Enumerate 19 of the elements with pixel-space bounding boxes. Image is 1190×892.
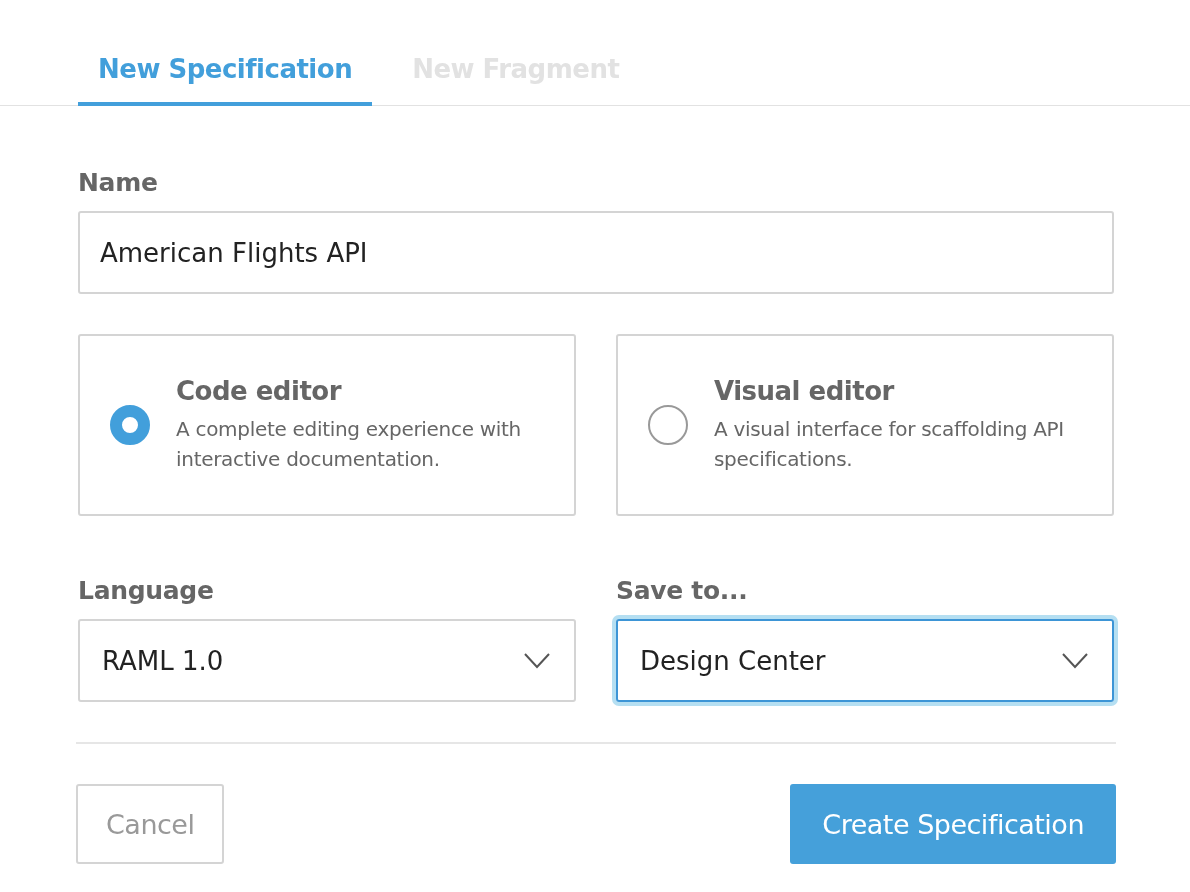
option-description: A complete editing experience with interactive documentation.	[176, 416, 522, 473]
option-title: Visual editor	[714, 376, 896, 406]
create-specification-button[interactable]: Create Specification	[790, 784, 1116, 864]
option-title: Code editor	[176, 376, 343, 406]
field-label: Language	[78, 576, 215, 605]
select-value: Design Center	[640, 645, 826, 676]
radio-button[interactable]	[110, 405, 150, 445]
select-value: RAML 1.0	[102, 645, 224, 676]
chevron-down-icon	[1062, 652, 1088, 669]
radio-button[interactable]	[648, 405, 688, 445]
chevron-down-icon	[524, 652, 550, 669]
editor-option-card[interactable]: Visual editor A visual interface for scaffolding API specifications.	[616, 334, 1114, 516]
field-label: Save to...	[616, 576, 749, 605]
option-description: A visual interface for scaffolding API specifications.	[714, 416, 1065, 473]
dropdown-select[interactable]: RAML 1.0	[78, 619, 576, 702]
name-input-field[interactable]: American Flights API	[78, 211, 1114, 294]
tab[interactable]: New Specification	[78, 50, 373, 106]
editor-option-card[interactable]: Code editor A complete editing experience with interactive documentation.	[78, 334, 576, 516]
field-label: Name	[78, 168, 159, 197]
